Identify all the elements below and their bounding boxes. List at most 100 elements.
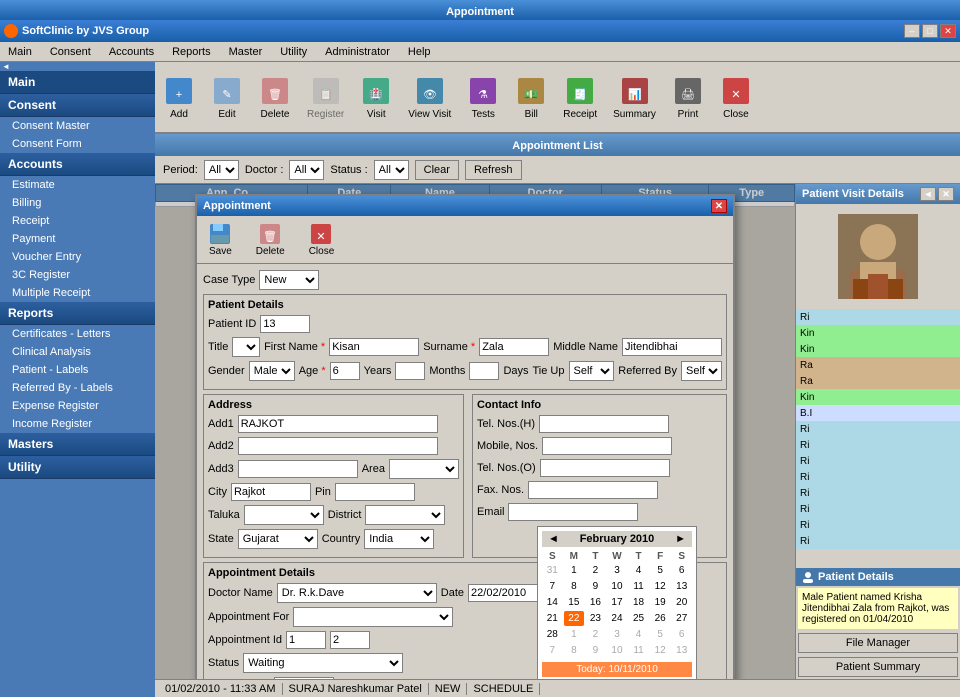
sidebar-item-voucher-entry[interactable]: Voucher Entry: [0, 248, 155, 266]
cal-day[interactable]: 9: [585, 579, 606, 594]
sidebar-item-certificates[interactable]: Certificates - Letters: [0, 325, 155, 343]
cal-day[interactable]: 6: [671, 627, 692, 642]
cal-day[interactable]: 31: [542, 563, 563, 578]
state-select[interactable]: Gujarat: [238, 529, 318, 549]
menu-accounts[interactable]: Accounts: [105, 45, 158, 59]
dialog-delete-button[interactable]: 🗑 Delete: [248, 220, 293, 259]
patient-list-item[interactable]: Kin: [796, 325, 960, 341]
today-button[interactable]: Today: 10/11/2010: [542, 662, 692, 677]
tie-up-select[interactable]: Self: [569, 361, 615, 381]
patient-list-item[interactable]: Kin: [796, 341, 960, 357]
patient-list-item[interactable]: Ri: [796, 517, 960, 533]
patient-list-item[interactable]: Ri: [796, 469, 960, 485]
cal-day[interactable]: 10: [607, 643, 628, 658]
cal-day[interactable]: 10: [607, 579, 628, 594]
cal-day[interactable]: 8: [564, 579, 585, 594]
right-panel-next[interactable]: ✕: [938, 187, 954, 201]
cal-day[interactable]: 4: [628, 627, 649, 642]
patient-list-item[interactable]: Kin: [796, 389, 960, 405]
age-days-input[interactable]: [469, 362, 499, 380]
sidebar-item-income-register[interactable]: Income Register: [0, 415, 155, 433]
cal-day[interactable]: 17: [607, 595, 628, 610]
cal-day[interactable]: 12: [650, 643, 671, 658]
refresh-button[interactable]: Refresh: [465, 160, 522, 180]
add1-input[interactable]: [238, 415, 438, 433]
patient-id-input[interactable]: [260, 315, 310, 333]
city-input[interactable]: [231, 483, 311, 501]
cal-day[interactable]: 13: [671, 643, 692, 658]
minimize-button[interactable]: –: [904, 24, 920, 38]
maximize-button[interactable]: □: [922, 24, 938, 38]
sidebar-nav-up[interactable]: ◄: [0, 62, 12, 71]
patient-list-item[interactable]: Ri: [796, 437, 960, 453]
status-select[interactable]: All: [374, 160, 409, 180]
close-button[interactable]: ✕: [940, 24, 956, 38]
patient-list-item[interactable]: Ri: [796, 533, 960, 549]
title-select[interactable]: [232, 337, 260, 357]
cal-day[interactable]: 14: [542, 595, 563, 610]
sidebar-item-clinical-analysis[interactable]: Clinical Analysis: [0, 343, 155, 361]
toolbar-visit-button[interactable]: 🏥 Visit: [356, 73, 396, 122]
cal-day[interactable]: 12: [650, 579, 671, 594]
menu-master[interactable]: Master: [225, 45, 267, 59]
cal-day[interactable]: 2: [585, 627, 606, 642]
toolbar-delete-button[interactable]: 🗑 Delete: [255, 73, 295, 122]
age-months-input[interactable]: [395, 362, 425, 380]
gender-select[interactable]: Male: [249, 361, 295, 381]
appointment-for-select[interactable]: [293, 607, 453, 627]
appointment-id1-input[interactable]: [286, 631, 326, 649]
sidebar-item-expense-register[interactable]: Expense Register: [0, 397, 155, 415]
cal-day[interactable]: 21: [542, 611, 563, 626]
cal-day[interactable]: 26: [650, 611, 671, 626]
district-select[interactable]: [365, 505, 445, 525]
patient-list-item[interactable]: Ra: [796, 357, 960, 373]
sidebar-header-utility[interactable]: Utility: [0, 456, 155, 479]
sidebar-item-patient-labels[interactable]: Patient - Labels: [0, 361, 155, 379]
cal-day[interactable]: 7: [542, 579, 563, 594]
cal-day[interactable]: 3: [607, 563, 628, 578]
dialog-close-button[interactable]: ✕: [711, 199, 727, 213]
sidebar-header-reports[interactable]: Reports: [0, 302, 155, 325]
appointment-id2-input[interactable]: [330, 631, 370, 649]
patient-list-item[interactable]: Ri: [796, 485, 960, 501]
toolbar-receipt-button[interactable]: 🧾 Receipt: [559, 73, 601, 122]
sidebar-header-masters[interactable]: Masters: [0, 433, 155, 456]
add3-input[interactable]: [238, 460, 358, 478]
period-select[interactable]: All: [204, 160, 239, 180]
cal-day[interactable]: 28: [542, 627, 563, 642]
toolbar-view-visit-button[interactable]: 👁 View Visit: [404, 73, 455, 122]
clear-button[interactable]: Clear: [415, 160, 459, 180]
menu-utility[interactable]: Utility: [276, 45, 311, 59]
cal-day[interactable]: 11: [628, 643, 649, 658]
sidebar-item-billing[interactable]: Billing: [0, 194, 155, 212]
sidebar-item-receipt[interactable]: Receipt: [0, 212, 155, 230]
age-years-input[interactable]: [330, 362, 360, 380]
sidebar-header-accounts[interactable]: Accounts: [0, 153, 155, 176]
cal-day[interactable]: 25: [628, 611, 649, 626]
right-panel-prev[interactable]: ◄: [920, 187, 936, 201]
cal-day[interactable]: 13: [671, 579, 692, 594]
cal-day[interactable]: 2: [585, 563, 606, 578]
file-manager-button[interactable]: File Manager: [798, 633, 958, 653]
sidebar-item-payment[interactable]: Payment: [0, 230, 155, 248]
toolbar-edit-button[interactable]: ✎ Edit: [207, 73, 247, 122]
tel-o-input[interactable]: [540, 459, 670, 477]
patient-list-item[interactable]: Ri: [796, 421, 960, 437]
sidebar-header-consent[interactable]: Consent: [0, 94, 155, 117]
dialog-save-button[interactable]: Save: [201, 220, 240, 259]
menu-consent[interactable]: Consent: [46, 45, 95, 59]
toolbar-summary-button[interactable]: 📊 Summary: [609, 73, 660, 122]
sidebar-item-consent-master[interactable]: Consent Master: [0, 117, 155, 135]
patient-summary-button[interactable]: Patient Summary: [798, 657, 958, 677]
patient-list-item[interactable]: Ri: [796, 309, 960, 325]
cal-day[interactable]: 20: [671, 595, 692, 610]
calendar-prev-button[interactable]: ◄: [544, 533, 563, 545]
toolbar-close-button[interactable]: ✕ Close: [716, 73, 756, 122]
referred-by-select[interactable]: Self: [681, 361, 722, 381]
mobile-input[interactable]: [542, 437, 672, 455]
doctor-select[interactable]: All: [289, 160, 324, 180]
cal-day[interactable]: 5: [650, 627, 671, 642]
cal-day[interactable]: 3: [607, 627, 628, 642]
cal-day[interactable]: 11: [628, 579, 649, 594]
cal-day[interactable]: 8: [564, 643, 585, 658]
